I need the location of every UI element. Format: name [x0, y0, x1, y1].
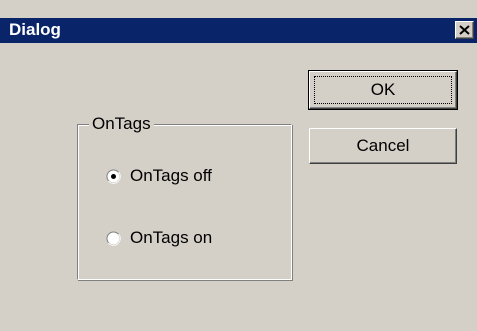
dialog-window: Dialog OK Cancel OnTags OnTags off OnTag… — [0, 0, 477, 331]
radio-unselected-icon[interactable] — [106, 231, 121, 246]
title-bar[interactable]: Dialog — [0, 18, 477, 43]
radio-ontags-on-label: OnTags on — [130, 228, 213, 247]
ontags-groupbox: OnTags OnTags off OnTags on — [77, 113, 292, 280]
groupbox-label: OnTags — [89, 113, 154, 135]
radio-ontags-off[interactable]: OnTags off — [106, 165, 212, 187]
close-button[interactable] — [455, 21, 474, 39]
ok-button-label: OK — [370, 80, 396, 99]
radio-ontags-on[interactable]: OnTags on — [106, 227, 212, 249]
radio-selected-icon[interactable] — [106, 169, 121, 184]
cancel-button[interactable]: Cancel — [309, 128, 457, 164]
radio-ontags-off-label: OnTags off — [130, 166, 212, 185]
ok-button[interactable]: OK — [308, 70, 458, 110]
window-title: Dialog — [9, 20, 61, 39]
close-icon — [459, 25, 470, 35]
cancel-button-label: Cancel — [356, 136, 410, 155]
dialog-body: OK Cancel OnTags OnTags off OnTags on — [0, 43, 477, 331]
